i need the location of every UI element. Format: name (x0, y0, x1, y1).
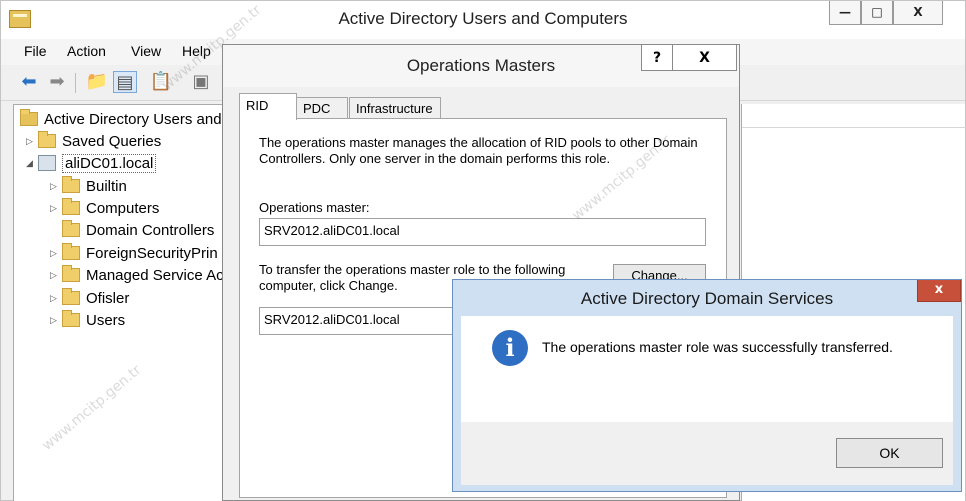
tree-root[interactable]: Active Directory Users and C (20, 109, 225, 129)
domain-icon (38, 155, 56, 171)
console-tree: Active Directory Users and C ▷ Saved Que… (13, 104, 225, 501)
info-icon: i (492, 330, 528, 366)
msg-close-button[interactable]: x (917, 280, 961, 302)
close-main-window-button[interactable]: X (893, 1, 943, 25)
minimize-button[interactable]: — (829, 1, 861, 25)
msg-dialog-body: i The operations master role was success… (461, 316, 953, 485)
details-header (742, 104, 966, 128)
main-titlebar: Active Directory Users and Computers — □… (1, 1, 965, 39)
tab-pdc[interactable]: PDC (296, 97, 348, 119)
menu-view[interactable]: View (131, 43, 161, 59)
tree-item-label: Saved Queries (62, 132, 162, 150)
forward-arrow-icon[interactable]: ➡ (45, 71, 69, 93)
tree-item-builtin[interactable]: ▷ Builtin (50, 176, 127, 196)
adds-message-dialog: Active Directory Domain Services x i The… (452, 279, 962, 492)
main-window-title: Active Directory Users and Computers (338, 9, 628, 28)
ok-button[interactable]: OK (836, 438, 943, 468)
msg-dialog-titlebar: Active Directory Domain Services x (453, 280, 961, 316)
toolbar-separator (75, 73, 76, 93)
tree-item-domain-controllers[interactable]: Domain Controllers (50, 220, 214, 240)
expand-icon[interactable]: ▷ (50, 293, 62, 304)
tree-item-users[interactable]: ▷ Users (50, 310, 125, 330)
expand-icon[interactable]: ▷ (26, 136, 38, 147)
collapse-icon[interactable]: ◢ (26, 158, 38, 169)
expand-icon[interactable]: ▷ (50, 315, 62, 326)
folder-icon (62, 243, 80, 260)
expand-icon[interactable]: ▷ (50, 203, 62, 214)
msg-dialog-title: Active Directory Domain Services (580, 289, 834, 308)
properties-icon[interactable]: ▣ (189, 71, 213, 93)
msg-dialog-footer: OK (461, 422, 953, 485)
tree-item-label: Computers (86, 199, 160, 217)
menu-help[interactable]: Help (182, 43, 211, 59)
tree-item-computers[interactable]: ▷ Computers (50, 198, 159, 218)
clipboard-icon[interactable]: 📋 (149, 71, 173, 93)
console-tree-icon[interactable]: ▤ (113, 71, 137, 93)
menu-action[interactable]: Action (67, 43, 106, 59)
folder-icon (62, 220, 80, 237)
expand-icon[interactable]: ▷ (50, 270, 62, 281)
folder-icon (62, 198, 80, 215)
tree-item-saved-queries[interactable]: ▷ Saved Queries (26, 131, 161, 151)
tree-item-label: Managed Service Ac (86, 266, 224, 284)
ou-folder-icon (62, 288, 80, 305)
aduc-root-icon (20, 109, 38, 126)
tree-item-domain[interactable]: ◢ aliDC01.local (26, 153, 157, 173)
msg-text: The operations master role was successfu… (542, 339, 893, 355)
tab-infrastructure[interactable]: Infrastructure (349, 97, 441, 119)
expand-icon[interactable]: ▷ (50, 181, 62, 192)
back-arrow-icon[interactable]: ⬅ (17, 71, 41, 93)
ops-dialog-titlebar: Operations Masters ? X (223, 45, 739, 87)
folder-icon (62, 265, 80, 282)
expand-icon[interactable]: ▷ (50, 248, 62, 259)
tree-item-label: ForeignSecurityPrin (86, 244, 218, 262)
folder-icon (62, 176, 80, 193)
ops-close-button[interactable]: X (673, 45, 737, 71)
tree-item-label: Domain Controllers (86, 221, 215, 239)
tree-root-label: Active Directory Users and C (44, 110, 225, 128)
maximize-button[interactable]: □ (861, 1, 893, 25)
tree-item-ofisler[interactable]: ▷ Ofisler (50, 288, 129, 308)
tree-item-managed-service[interactable]: ▷ Managed Service Ac (50, 265, 224, 285)
tree-item-foreign-security[interactable]: ▷ ForeignSecurityPrin (50, 243, 218, 263)
tree-item-label: aliDC01.local (62, 153, 157, 173)
help-button[interactable]: ? (641, 45, 673, 71)
folder-up-icon[interactable]: 📁 (85, 71, 109, 93)
folder-icon (62, 310, 80, 327)
tree-item-label: Users (86, 311, 126, 329)
operations-master-label: Operations master: (259, 200, 370, 215)
rid-description: The operations master manages the alloca… (259, 135, 698, 166)
tab-rid[interactable]: RID (239, 93, 297, 120)
tree-item-label: Ofisler (86, 289, 130, 307)
folder-icon (38, 131, 56, 148)
menu-file[interactable]: File (24, 43, 47, 59)
operations-master-field[interactable]: SRV2012.aliDC01.local (259, 218, 706, 246)
tree-item-label: Builtin (86, 177, 127, 195)
